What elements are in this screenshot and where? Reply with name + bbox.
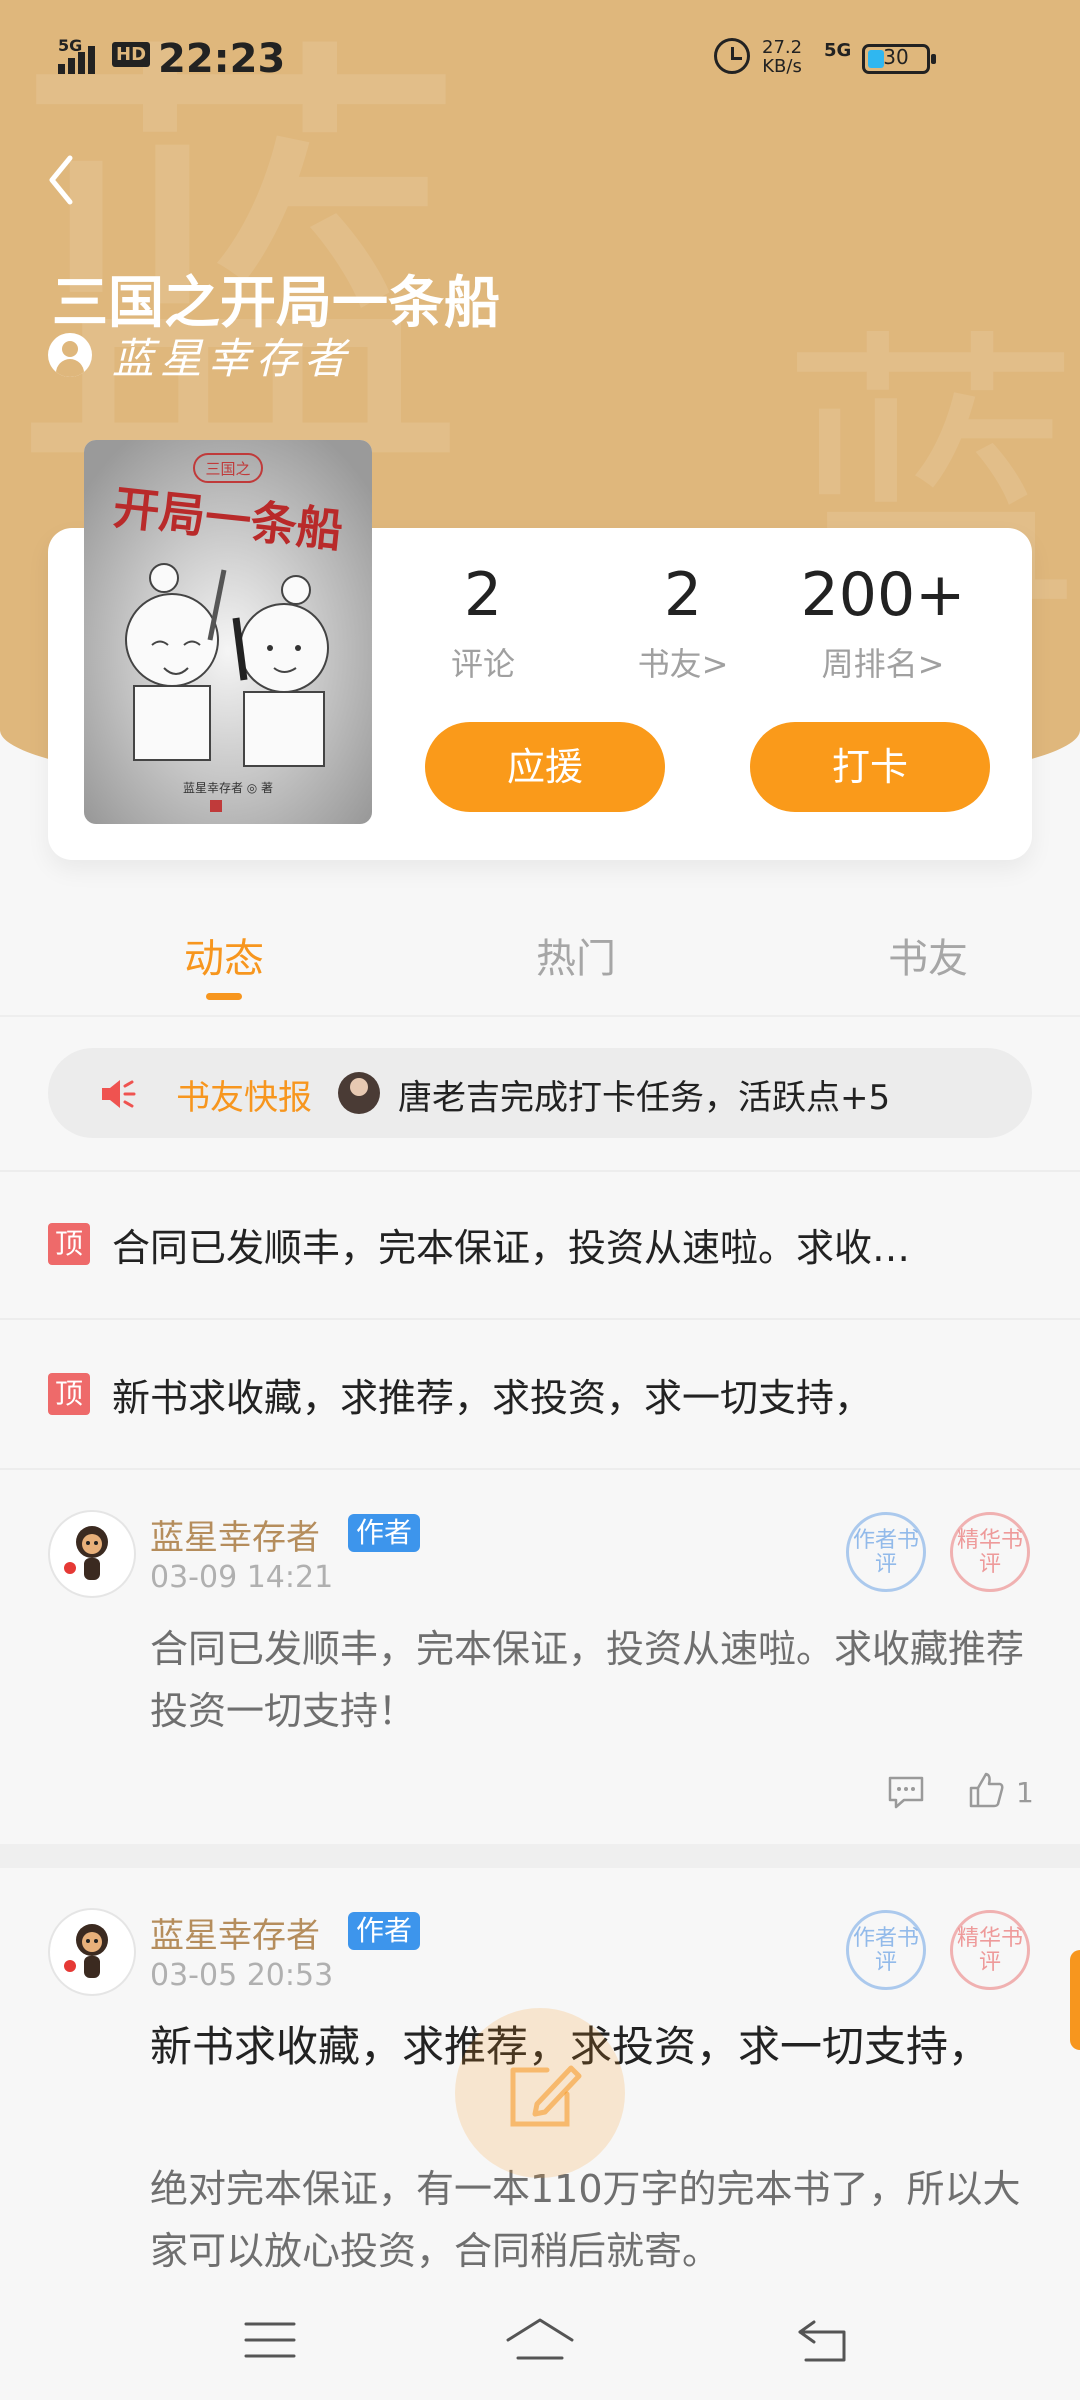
battery-level: 30 (883, 45, 909, 69)
stat-readers-value: 2 (663, 560, 703, 630)
avatar (338, 1072, 380, 1114)
network-type: 5G (824, 40, 852, 61)
tab-hot[interactable]: 热门 (496, 926, 656, 984)
avatar[interactable] (48, 1510, 136, 1598)
post-time: 03-05 20:53 (150, 1958, 334, 1993)
tab-readers[interactable]: 书友 (848, 926, 1008, 984)
thumbs-up-icon[interactable] (966, 1770, 1006, 1810)
checkin-button[interactable]: 打卡 (750, 722, 990, 812)
back-nav-icon[interactable] (784, 2310, 864, 2370)
user-icon (48, 333, 92, 377)
hd-badge: HD (112, 42, 151, 67)
author-tag: 作者 (348, 1912, 421, 1950)
author-tag: 作者 (348, 1514, 421, 1552)
featured-review-stamp: 精华书评 (950, 1910, 1030, 1990)
tab-bar: 动态 热门 书友 (0, 900, 1080, 1014)
back-arrow-icon (49, 155, 73, 205)
pinned-post[interactable]: 顶 合同已发顺丰，完本保证，投资从速啦。求收… (48, 1214, 910, 1274)
network-speed: 27.2 KB/s (762, 38, 802, 76)
section-separator (0, 1844, 1080, 1868)
home-icon[interactable] (500, 2310, 580, 2370)
pinned-post[interactable]: 顶 新书求收藏，求推荐，求投资，求一切支持， (48, 1364, 872, 1424)
cover-author: 蓝星幸存者 ◎ 著 (183, 781, 273, 795)
status-bar: 5G HD 22:23 27.2 KB/s 5G 30 (0, 0, 1080, 120)
pinned-post-title: 合同已发顺丰，完本保证，投资从速啦。求收… (112, 1225, 911, 1270)
battery-icon: 30 (862, 44, 936, 74)
post-time: 03-09 14:21 (150, 1560, 334, 1595)
clock: 22:23 (158, 36, 286, 82)
menu-icon[interactable] (230, 2310, 310, 2370)
divider (0, 1170, 1080, 1172)
signal-icon: 5G (58, 36, 104, 74)
pinned-badge: 顶 (48, 1223, 90, 1265)
poster-name[interactable]: 蓝星幸存者 (150, 1908, 320, 1957)
divider (0, 1318, 1080, 1320)
avatar[interactable] (48, 1908, 136, 1996)
comment-icon[interactable] (886, 1772, 926, 1812)
network-speed-unit: KB/s (762, 56, 802, 77)
edit-icon (510, 2065, 582, 2127)
pinned-badge: 顶 (48, 1373, 90, 1415)
book-cover[interactable]: 三国之 开局一条船 蓝星幸存者 ◎ 著 (84, 440, 372, 824)
stat-readers[interactable]: 2 书友> (583, 555, 783, 685)
side-tab[interactable] (1070, 1950, 1080, 2050)
stat-weekly-rank[interactable]: 200+ 周排名> (783, 555, 983, 685)
stat-readers-label: 书友> (637, 645, 729, 683)
active-tab-indicator (206, 993, 242, 1000)
ticker-text: 唐老吉完成打卡任务，活跃点+5 (398, 1078, 891, 1118)
write-post-button[interactable] (455, 2008, 625, 2178)
stat-comments-label: 评论 (450, 645, 515, 683)
stat-rank-value: 200+ (800, 560, 966, 630)
network-speed-value: 27.2 (762, 37, 803, 58)
author-row[interactable]: 蓝星幸存者 (48, 330, 352, 383)
stat-rank-label: 周排名> (821, 645, 945, 683)
featured-review-stamp: 精华书评 (950, 1512, 1030, 1592)
stat-comments-value: 2 (463, 560, 503, 630)
support-button[interactable]: 应援 (425, 722, 665, 812)
system-nav-bar (0, 2280, 1080, 2400)
author-name: 蓝星幸存者 (112, 333, 353, 383)
like-count: 1 (1016, 1776, 1034, 1809)
alarm-icon (714, 38, 750, 74)
speaker-icon (102, 1080, 136, 1108)
ticker-label: 书友快报 (176, 1078, 312, 1118)
cover-series: 三国之 (205, 460, 250, 478)
author-review-stamp: 作者书评 (846, 1512, 926, 1592)
post-body: 合同已发顺丰，完本保证，投资从速啦。求收藏推荐投资一切支持！ (150, 1627, 1025, 1733)
stat-comments: 2 评论 (383, 555, 583, 685)
poster-name[interactable]: 蓝星幸存者 (150, 1510, 320, 1559)
author-review-stamp: 作者书评 (846, 1910, 926, 1990)
back-button[interactable] (40, 140, 90, 220)
tab-activity[interactable]: 动态 (144, 926, 304, 984)
tabs-divider (0, 1015, 1080, 1017)
news-ticker[interactable]: 书友快报 唐老吉完成打卡任务，活跃点+5 (48, 1048, 1032, 1138)
post-item[interactable]: 蓝星幸存者 作者 03-09 14:21 作者书评 精华书评 合同已发顺丰，完本… (0, 1470, 1080, 1844)
pinned-post-title: 新书求收藏，求推荐，求投资，求一切支持， (112, 1375, 873, 1420)
